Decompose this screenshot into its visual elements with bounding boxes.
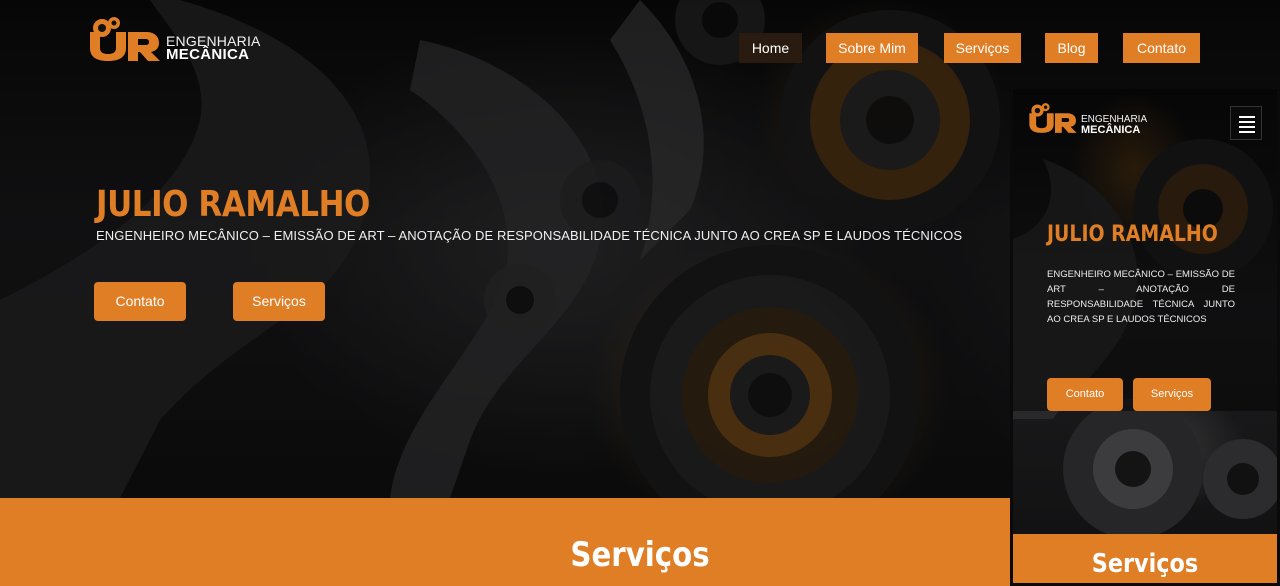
- nav-servicos[interactable]: Serviços: [944, 33, 1021, 63]
- nav-sobre-mim[interactable]: Sobre Mim: [826, 33, 918, 63]
- mobile-logo-gear-icon: [1029, 103, 1077, 133]
- logo-gear-icon: [90, 17, 160, 61]
- mobile-services-title: Serviços: [1091, 549, 1199, 579]
- mobile-preview: ENGENHARIA MECÂNICA JULIO RAMALHO ENGENH…: [1010, 86, 1280, 586]
- services-title: Serviços: [570, 535, 710, 575]
- site-logo[interactable]: ENGENHARIA MECÂNICA: [88, 14, 260, 64]
- nav-blog[interactable]: Blog: [1045, 33, 1098, 63]
- hero-title: JULIO RAMALHO: [96, 184, 370, 225]
- mobile-hero-title: JULIO RAMALHO: [1047, 222, 1218, 247]
- mobile-site-logo[interactable]: ENGENHARIA MECÂNICA: [1028, 101, 1148, 137]
- logo-text-line2: MECÂNICA: [166, 46, 250, 63]
- hero-subtitle: ENGENHEIRO MECÂNICO – EMISSÃO DE ART – A…: [96, 228, 963, 243]
- hero-servicos-button[interactable]: Serviços: [233, 282, 325, 321]
- nav-contato[interactable]: Contato: [1123, 33, 1200, 63]
- nav-home[interactable]: Home: [739, 33, 802, 63]
- mobile-hero-subtitle: ENGENHEIRO MECÂNICO – EMISSÃO DE ART – A…: [1047, 269, 1235, 325]
- mobile-logo-text-line2: MECÂNICA: [1081, 124, 1141, 136]
- hero-contato-button[interactable]: Contato: [94, 282, 186, 321]
- mobile-servicos-button[interactable]: Serviços: [1133, 378, 1211, 411]
- mobile-contato-button[interactable]: Contato: [1047, 378, 1123, 411]
- hamburger-icon[interactable]: [1230, 106, 1262, 140]
